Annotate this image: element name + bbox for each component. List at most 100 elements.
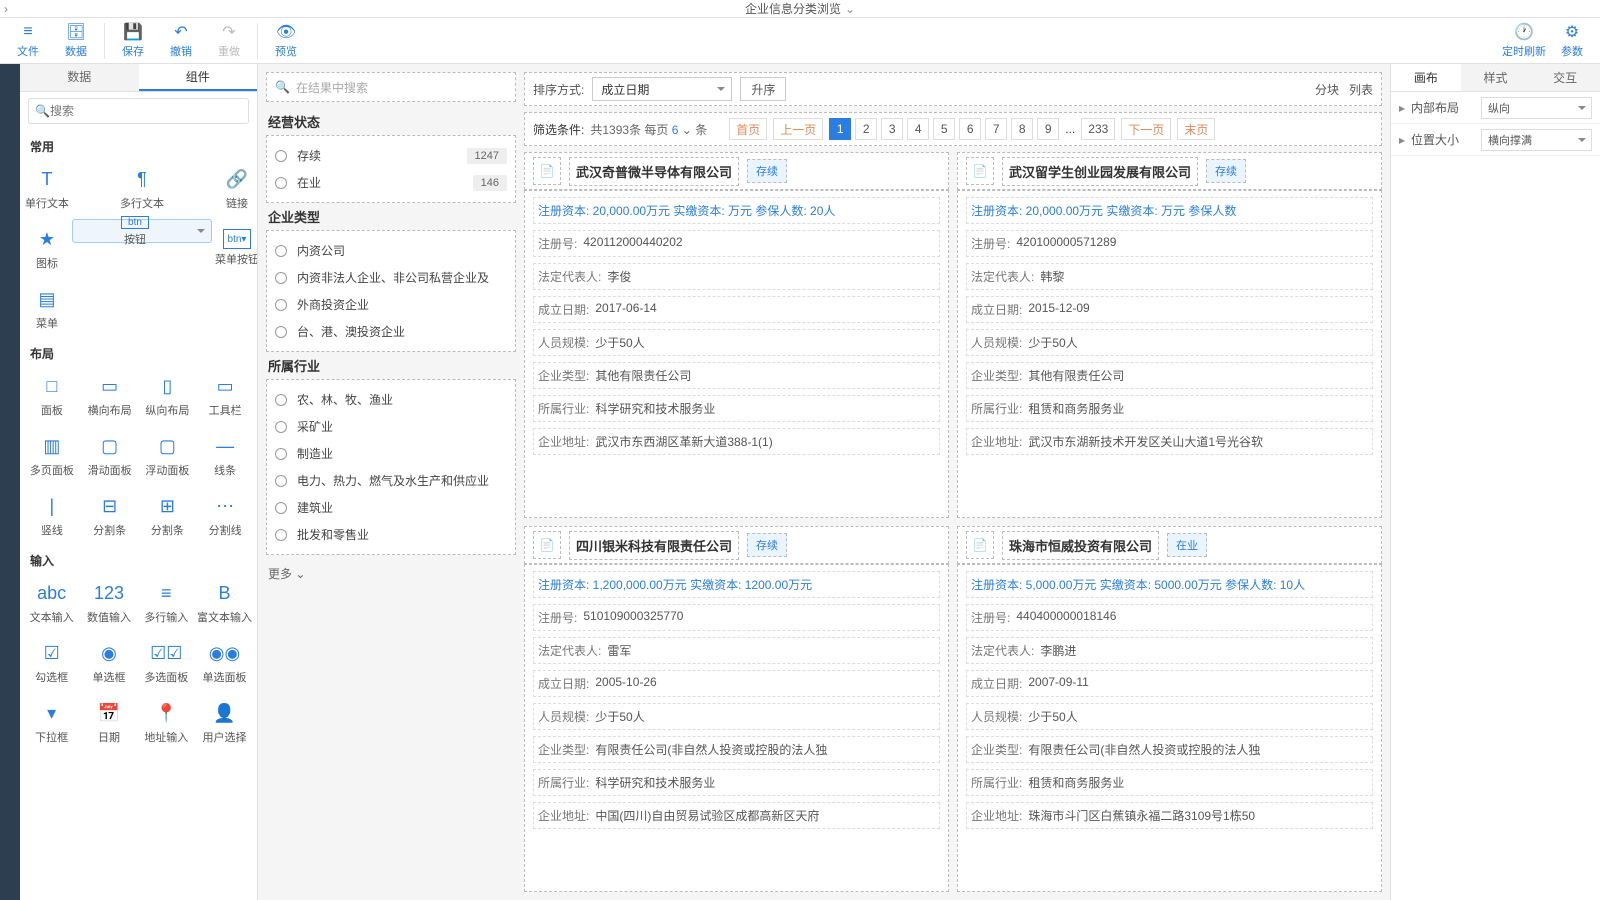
filter-option[interactable]: 内资公司 [271,237,511,264]
palette-search[interactable]: 🔍 [28,98,249,124]
palette-tab-components[interactable]: 组件 [139,64,258,91]
palette-item[interactable]: ★图标 [24,219,70,277]
save-button[interactable]: 💾保存 [109,19,157,63]
data-button[interactable]: 🗄数据 [52,19,100,63]
info-value: 少于50人 [595,334,644,351]
sort-select[interactable]: 成立日期 [592,77,732,101]
page-number[interactable]: 8 [1011,118,1033,140]
page-prev[interactable]: 上一页 [773,118,823,140]
page-number[interactable]: 9 [1037,118,1059,140]
info-key: 所属行业: [971,774,1022,791]
filter-option[interactable]: 农、林、牧、渔业 [271,386,511,413]
rp-tab-canvas[interactable]: 画布 [1391,64,1461,91]
palette-item[interactable]: ≡多行输入 [139,573,194,631]
palette-item[interactable]: abc文本输入 [24,573,79,631]
info-row: 企业地址:武汉市东湖新技术开发区关山大道1号光谷软 [966,428,1373,455]
result-search[interactable]: 🔍在结果中搜索 [266,72,516,102]
palette-item[interactable]: ▤菜单 [24,279,70,337]
palette-item[interactable]: 🔗链接 [214,159,257,217]
filter-option[interactable]: 电力、热力、燃气及水生产和供应业 [271,467,511,494]
property-select[interactable]: 横向撑满 [1481,129,1592,151]
palette-item[interactable]: ⊞分割条 [140,486,196,544]
refresh-button[interactable]: 🕐定时刷新 [1500,19,1548,63]
palette-item[interactable]: 👤用户选择 [196,693,253,751]
view-block[interactable]: 分块 [1315,81,1339,98]
page-number[interactable]: 5 [933,118,955,140]
status-badge: 存续 [747,159,787,183]
filter-option[interactable]: 采矿业 [271,413,511,440]
redo-button[interactable]: ↷重做 [205,19,253,63]
palette-item[interactable]: ◉◉单选面板 [196,633,253,691]
filter-option[interactable]: 外商投资企业 [271,291,511,318]
rp-tab-interact[interactable]: 交互 [1530,64,1600,91]
params-button[interactable]: ⚙参数 [1548,19,1596,63]
filter-option[interactable]: 制造业 [271,440,511,467]
page-end[interactable]: 末页 [1177,118,1215,140]
palette-item[interactable]: ▯纵向布局 [140,366,196,424]
palette-item[interactable]: ▢滑动面板 [82,426,138,484]
palette-item[interactable]: ◉单选框 [81,633,136,691]
palette-item[interactable]: ☑☑多选面板 [139,633,194,691]
palette-item[interactable]: |竖线 [24,486,80,544]
palette-item[interactable]: btn按钮 [72,219,212,243]
view-list[interactable]: 列表 [1349,81,1373,98]
filter-option[interactable]: 台、港、澳投资企业 [271,318,511,345]
palette-item[interactable]: ▾下拉框 [24,693,79,751]
expand-arrow-icon[interactable]: ▸ [1399,101,1411,115]
palette-item[interactable]: —线条 [197,426,253,484]
file-button[interactable]: ≡文件 [4,19,52,63]
save-icon: 💾 [123,22,143,42]
palette-item[interactable]: ¶多行文本 [72,159,212,217]
palette-item[interactable]: ▭横向布局 [82,366,138,424]
expand-arrow-icon[interactable]: ▸ [1399,133,1411,147]
page-first[interactable]: 首页 [729,118,767,140]
info-row: 企业类型:有限责任公司(非自然人投资或控股的法人独 [966,736,1373,763]
undo-button[interactable]: ↶撤销 [157,19,205,63]
info-value: 其他有限责任公司 [1028,367,1124,384]
undo-icon: ↶ [174,22,187,42]
design-canvas[interactable]: 🔍在结果中搜索 经营状态存续1247在业146企业类型内资公司内资非法人企业、非… [258,64,1390,900]
info-value: 其他有限责任公司 [595,367,691,384]
property-select[interactable]: 纵向 [1481,97,1592,119]
filter-option[interactable]: 在业146 [271,169,511,196]
palette-item[interactable]: 📅日期 [81,693,136,751]
page-last-num[interactable]: 233 [1081,118,1115,140]
page-number[interactable]: 6 [959,118,981,140]
filter-option[interactable]: 批发和零售业 [271,521,511,548]
company-name[interactable]: 武汉留学生创业园发展有限公司 [1002,157,1198,186]
expand-icon[interactable]: › [4,2,8,16]
page-number[interactable]: 2 [855,118,877,140]
palette-item[interactable]: ⋯分割线 [197,486,253,544]
database-icon: 🗄 [66,22,86,42]
palette-item[interactable]: ▥多页面板 [24,426,80,484]
palette-item[interactable]: 123数值输入 [81,573,136,631]
info-row: 人员规模:少于50人 [533,329,940,356]
company-name[interactable]: 珠海市恒威投资有限公司 [1002,531,1159,560]
palette-item[interactable]: ▭工具栏 [197,366,253,424]
palette-item[interactable]: ☑勾选框 [24,633,79,691]
page-next[interactable]: 下一页 [1121,118,1171,140]
filter-option[interactable]: 内资非法人企业、非公司私营企业及 [271,264,511,291]
sort-order-button[interactable]: 升序 [740,77,786,101]
company-name[interactable]: 武汉奇普微半导体有限公司 [569,157,739,186]
page-number[interactable]: 4 [907,118,929,140]
palette-item[interactable]: btn▾菜单按钮 [214,219,257,277]
page-number[interactable]: 7 [985,118,1007,140]
palette-item[interactable]: ⊟分割条 [82,486,138,544]
rp-tab-style[interactable]: 样式 [1461,64,1531,91]
filters-more[interactable]: 更多 ⌄ [266,561,516,586]
preview-button[interactable]: 👁预览 [262,19,310,63]
palette-item[interactable]: □面板 [24,366,80,424]
filter-option[interactable]: 建筑业 [271,494,511,521]
palette-item[interactable]: T单行文本 [24,159,70,217]
page-number[interactable]: 1 [829,118,851,140]
palette-item[interactable]: B富文本输入 [196,573,253,631]
palette-item[interactable]: ▢浮动面板 [140,426,196,484]
filter-option[interactable]: 存续1247 [271,142,511,169]
company-name[interactable]: 四川银米科技有限责任公司 [569,531,739,560]
palette-search-input[interactable] [50,104,242,118]
title-chevron-icon[interactable]: ⌄ [845,2,855,16]
palette-item[interactable]: 📍地址输入 [139,693,194,751]
palette-tab-data[interactable]: 数据 [20,64,139,91]
page-number[interactable]: 3 [881,118,903,140]
